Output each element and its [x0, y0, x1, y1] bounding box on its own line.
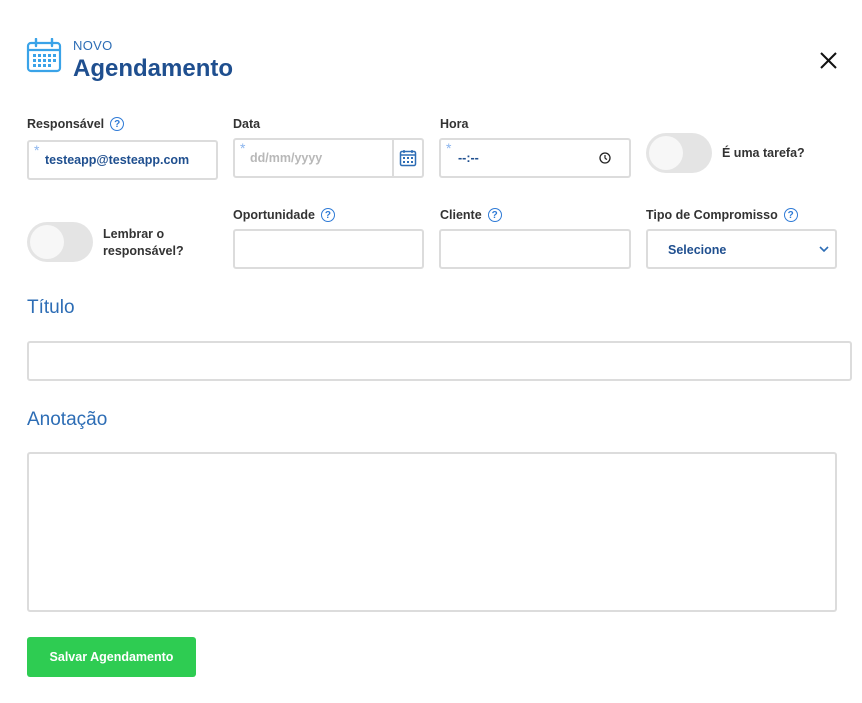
help-icon[interactable]: ? — [110, 117, 125, 131]
close-icon — [820, 52, 837, 69]
titulo-label: Título — [27, 297, 75, 318]
tipo-label: Tipo de Compromisso ? — [646, 208, 798, 222]
oportunidade-input[interactable] — [233, 229, 424, 269]
lembrar-toggle-label: Lembrar o responsável? — [103, 227, 184, 258]
help-icon[interactable]: ? — [320, 208, 335, 222]
hora-label: Hora — [440, 117, 469, 131]
cliente-input[interactable] — [439, 229, 631, 269]
calendar-icon — [26, 37, 62, 74]
clock-icon — [599, 152, 611, 164]
responsavel-label: Responsável ? — [27, 117, 125, 131]
hora-value: --:-- — [458, 151, 479, 165]
required-mark: * — [446, 140, 452, 156]
oportunidade-label: Oportunidade ? — [233, 208, 335, 222]
tipo-select[interactable]: Selecione — [646, 229, 837, 269]
lembrar-toggle[interactable] — [27, 222, 93, 262]
toggle-knob — [30, 225, 64, 259]
help-icon[interactable]: ? — [783, 208, 798, 222]
required-mark: * — [34, 142, 40, 158]
tipo-selected: Selecione — [668, 243, 727, 257]
help-icon[interactable]: ? — [487, 208, 502, 222]
toggle-knob — [649, 136, 683, 170]
anotacao-textarea[interactable] — [27, 452, 837, 612]
data-label: Data — [233, 117, 261, 131]
page-title: Agendamento — [73, 55, 234, 82]
date-picker-button[interactable] — [392, 140, 422, 176]
titulo-input[interactable] — [27, 341, 852, 381]
close-button[interactable] — [815, 47, 843, 75]
hora-field[interactable]: * --:-- — [439, 138, 631, 178]
data-field[interactable]: * dd/mm/yyyy — [233, 138, 424, 178]
tarefa-toggle-label: É uma tarefa? — [722, 146, 805, 160]
header-pretitle: NOVO — [73, 38, 113, 53]
responsavel-value: testeapp@testeapp.com — [45, 153, 190, 167]
save-button[interactable]: Salvar Agendamento — [27, 637, 196, 677]
required-mark: * — [240, 140, 246, 156]
calendar-icon — [399, 150, 417, 167]
tarefa-toggle[interactable] — [646, 133, 712, 173]
anotacao-label: Anotação — [27, 409, 108, 430]
data-placeholder: dd/mm/yyyy — [250, 151, 323, 165]
cliente-label: Cliente ? — [440, 208, 502, 222]
responsavel-field[interactable]: * testeapp@testeapp.com — [27, 140, 218, 180]
chevron-down-icon — [819, 246, 829, 253]
